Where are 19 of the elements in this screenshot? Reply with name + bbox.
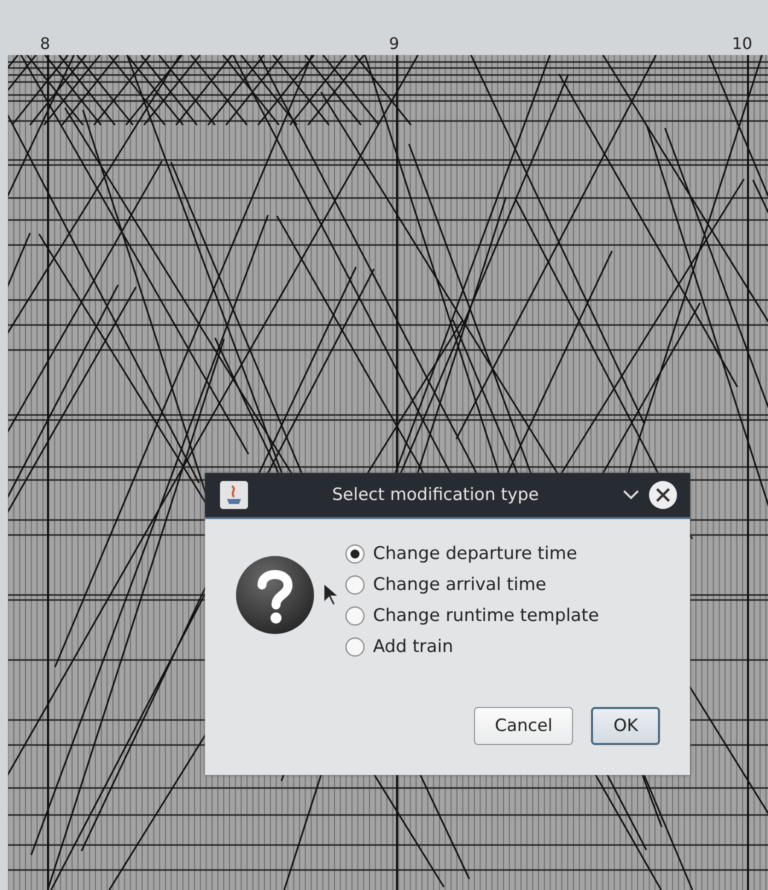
radio-option[interactable]: Change runtime template: [345, 603, 600, 628]
radio-button[interactable]: [345, 544, 365, 564]
close-icon[interactable]: [648, 480, 678, 510]
radio-button[interactable]: [345, 574, 365, 594]
question-icon: [235, 555, 315, 635]
ok-button[interactable]: OK: [591, 707, 660, 745]
cursor-icon: [323, 583, 339, 607]
chevron-down-icon[interactable]: [622, 489, 640, 501]
hour-label: 8: [40, 34, 50, 53]
radio-button[interactable]: [345, 606, 365, 626]
cancel-button[interactable]: Cancel: [474, 707, 574, 745]
dialog-title: Select modification type: [331, 485, 540, 505]
hour-label: 9: [389, 34, 400, 53]
hour-label: 10: [732, 34, 752, 53]
radio-option[interactable]: Change arrival time: [345, 572, 600, 597]
radio-option[interactable]: Change departure time: [345, 541, 600, 566]
radio-option[interactable]: Add train: [345, 634, 600, 659]
java-app-icon: [219, 480, 249, 510]
radio-button[interactable]: [345, 636, 365, 656]
